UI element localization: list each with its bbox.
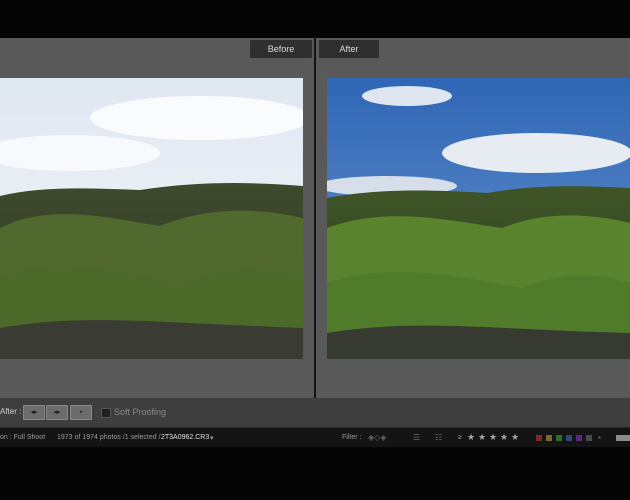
rating-star-1-icon[interactable]: ★ bbox=[467, 432, 475, 443]
swap-settings-button[interactable]: ▪ bbox=[70, 405, 92, 420]
color-label-red[interactable] bbox=[536, 435, 542, 441]
edit-filter-icon[interactable]: ☰ bbox=[413, 433, 420, 442]
rating-star-5-icon[interactable]: ★ bbox=[511, 432, 519, 443]
color-label-purple[interactable] bbox=[576, 435, 582, 441]
after-photo-image bbox=[327, 78, 630, 359]
view-mode-label: After : bbox=[0, 407, 22, 416]
filter-toggle-switch[interactable] bbox=[616, 435, 630, 441]
soft-proofing-label: Soft Proofing bbox=[114, 407, 167, 417]
color-label-blue[interactable] bbox=[566, 435, 572, 441]
bottom-black-band bbox=[0, 447, 630, 500]
source-label[interactable]: on : Full Shoot bbox=[0, 434, 45, 441]
swap-before-after-button[interactable]: ◂▸ bbox=[23, 405, 45, 420]
compare-toolbar: After : ◂▸ ◂▸ ▪ bbox=[0, 398, 630, 427]
filter-options-icon[interactable]: ▪ bbox=[598, 433, 601, 442]
before-photo[interactable] bbox=[0, 78, 303, 359]
before-pane-tab[interactable]: Before bbox=[250, 40, 312, 58]
color-label-none[interactable] bbox=[586, 435, 592, 441]
rating-star-4-icon[interactable]: ★ bbox=[500, 432, 508, 443]
top-black-band bbox=[0, 0, 630, 38]
after-photo[interactable] bbox=[327, 78, 630, 359]
photo-count-label: 1973 of 1974 photos /1 selected / bbox=[57, 434, 161, 441]
selected-filename[interactable]: 2T3A0962.CR3 bbox=[161, 434, 209, 441]
flag-filter-icon[interactable]: ◈◇◈ bbox=[368, 433, 386, 442]
filename-dropdown-icon[interactable]: ▾ bbox=[210, 434, 214, 442]
rating-operator[interactable]: ≥ bbox=[458, 434, 462, 441]
rating-star-3-icon[interactable]: ★ bbox=[489, 432, 497, 443]
before-photo-image bbox=[0, 78, 303, 359]
pane-divider bbox=[314, 38, 316, 398]
filmstrip-bar: on : Full Shoot 1973 of 1974 photos /1 s… bbox=[0, 427, 630, 447]
copy-after-to-before-button[interactable]: ◂▸ bbox=[46, 405, 68, 420]
after-pane-tab[interactable]: After bbox=[319, 40, 379, 58]
color-label-green[interactable] bbox=[556, 435, 562, 441]
virtual-copy-filter-icon[interactable]: ☷ bbox=[435, 433, 442, 442]
soft-proofing-checkbox[interactable] bbox=[101, 408, 111, 418]
filter-label: Filter : bbox=[342, 434, 362, 441]
rating-star-2-icon[interactable]: ★ bbox=[478, 432, 486, 443]
color-label-yellow[interactable] bbox=[546, 435, 552, 441]
